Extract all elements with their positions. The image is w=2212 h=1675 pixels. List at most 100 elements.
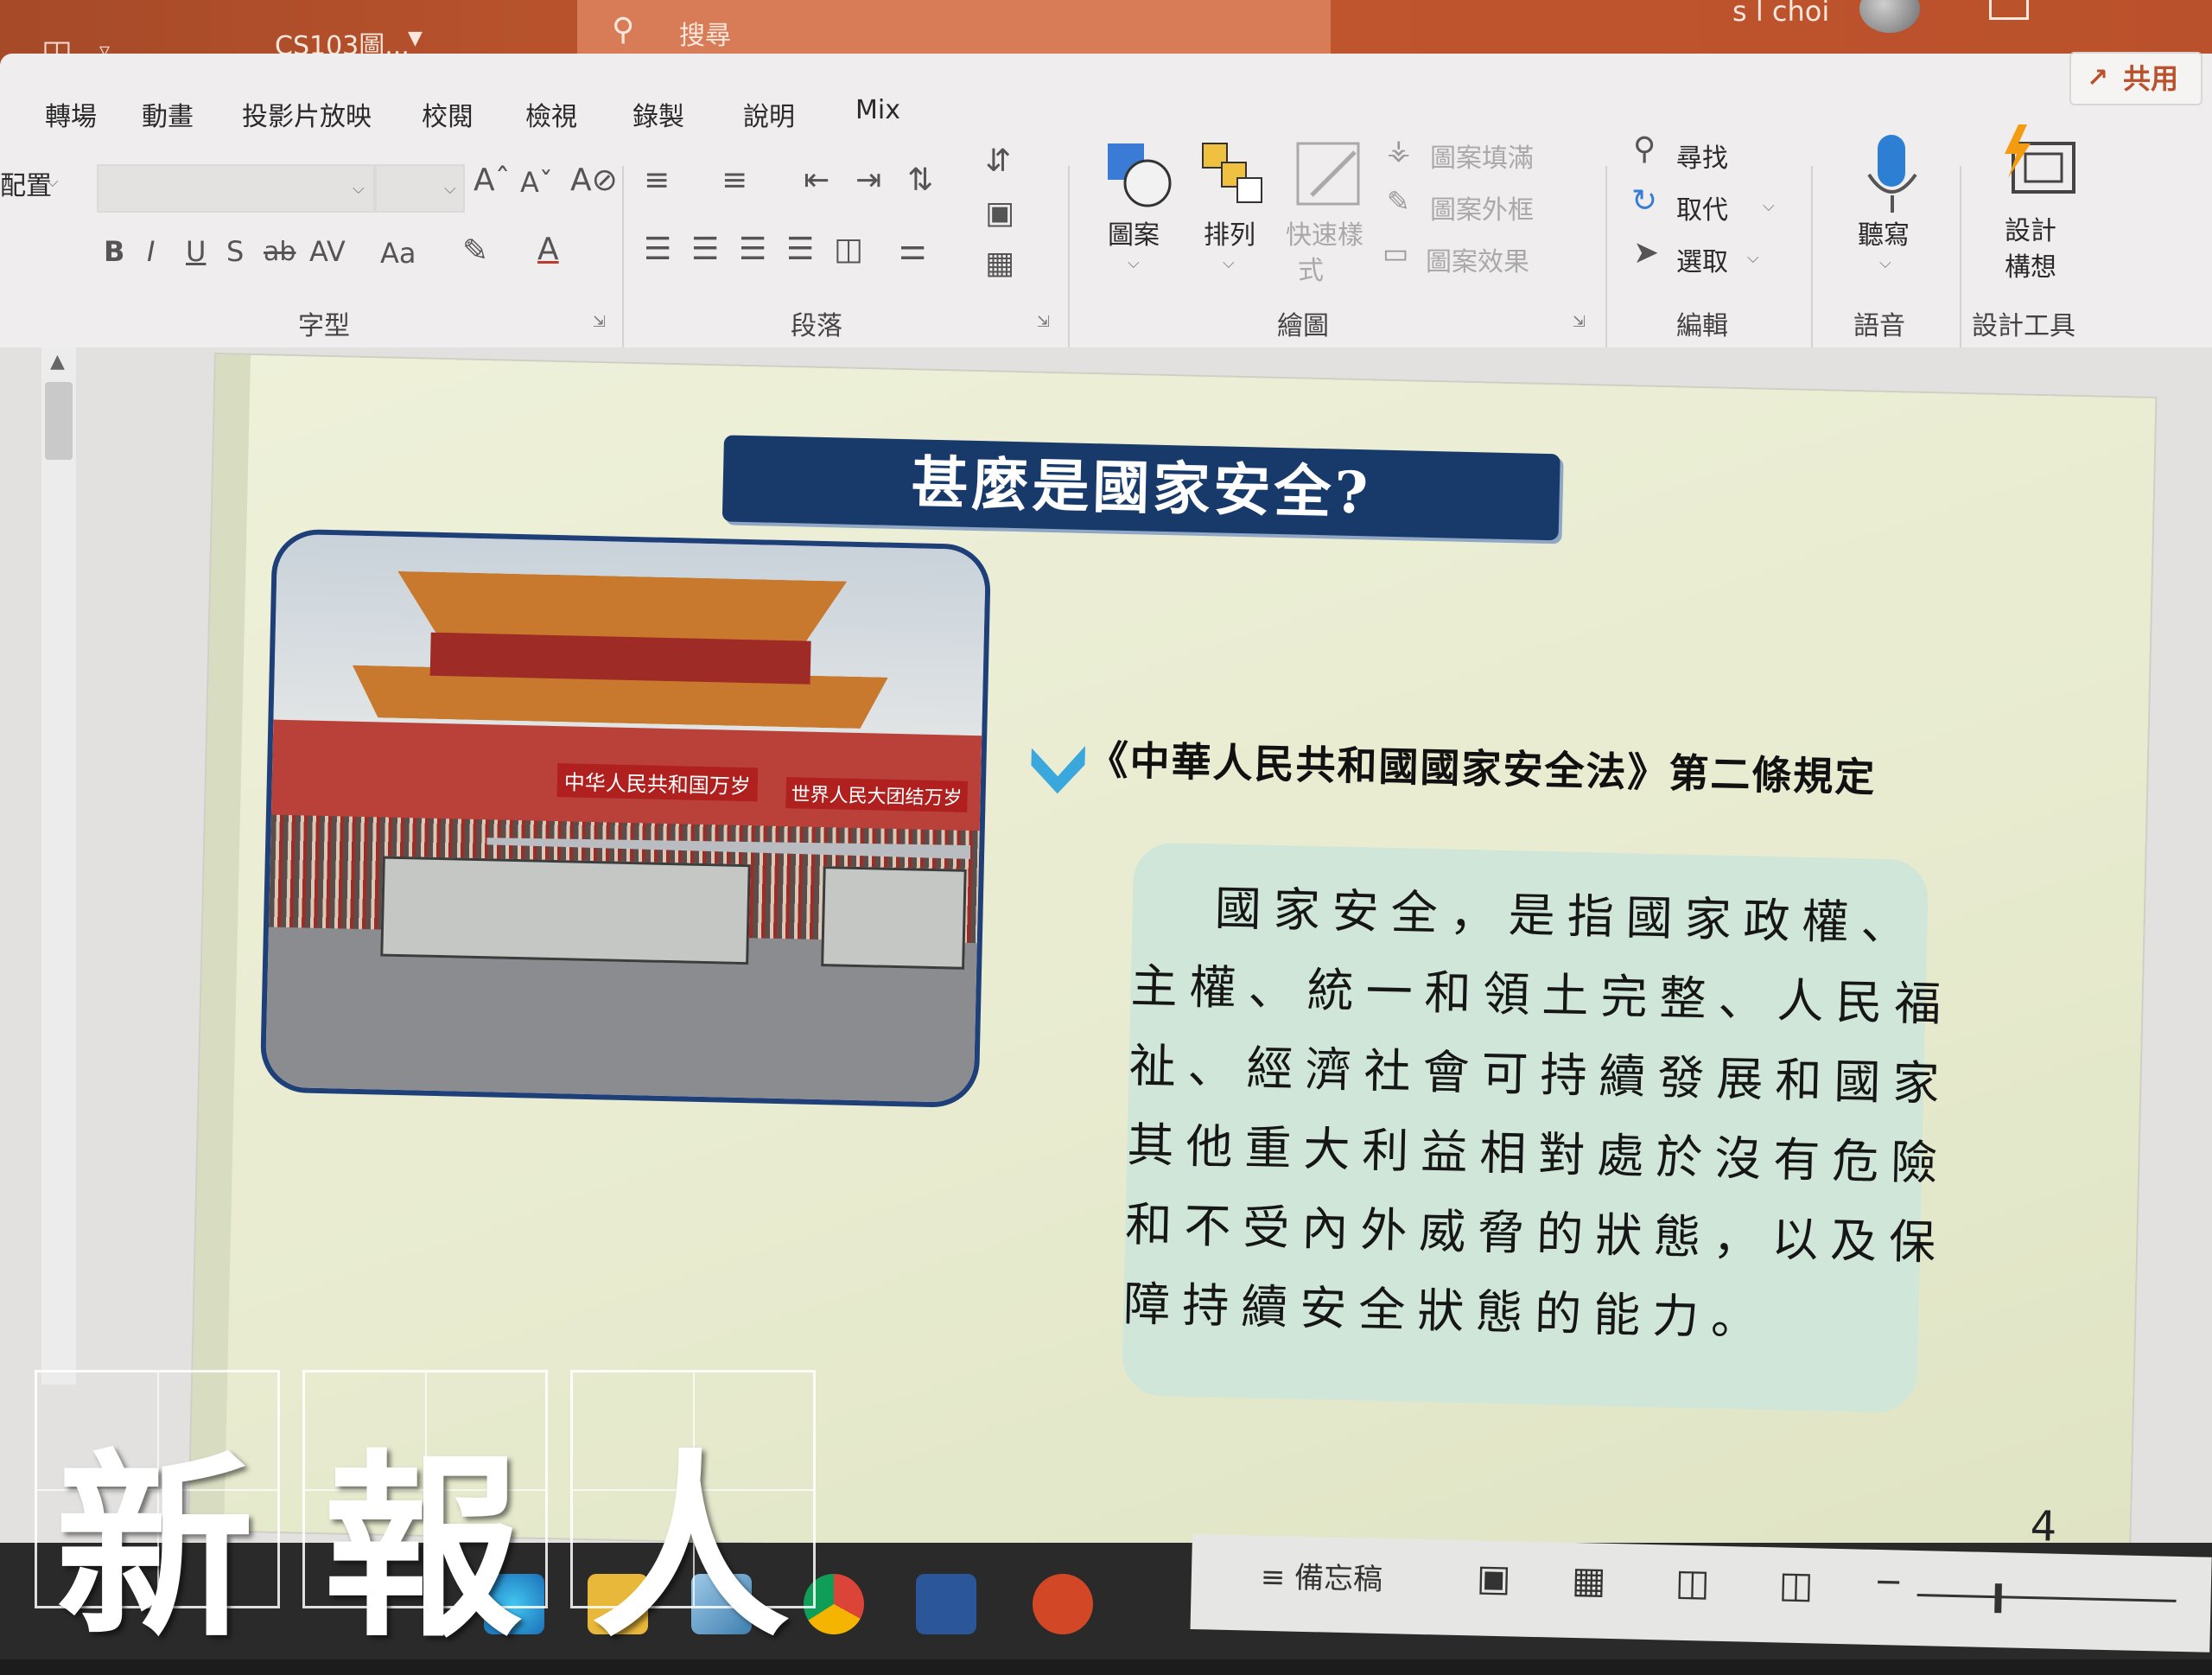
- search-box[interactable]: ⚲ 搜尋: [577, 0, 1331, 61]
- font-dialog-launcher-icon[interactable]: ⇲: [593, 313, 606, 331]
- tab-animations[interactable]: 動畫: [142, 95, 194, 133]
- avatar[interactable]: [1859, 0, 1920, 33]
- character-spacing-button[interactable]: AV: [309, 235, 346, 268]
- smartart-icon[interactable]: ▦: [985, 245, 1014, 281]
- arrange-icon[interactable]: [1199, 140, 1268, 209]
- quick-styles-icon[interactable]: [1294, 140, 1367, 209]
- bold-button[interactable]: B: [104, 235, 124, 268]
- slide-title[interactable]: 甚麼是國家安全?: [721, 435, 1560, 541]
- align-right-icon[interactable]: ☰: [739, 232, 766, 267]
- line-spacing-icon[interactable]: ⇅: [907, 162, 933, 198]
- scroll-up-icon[interactable]: ▲: [50, 351, 65, 373]
- quick-styles-button-line2[interactable]: 式: [1298, 249, 1324, 287]
- shape-fill-icon[interactable]: ⚶: [1387, 133, 1410, 166]
- tab-help[interactable]: 說明: [743, 95, 795, 133]
- zoom-slider[interactable]: [1916, 1594, 2177, 1602]
- slideshow-view-icon[interactable]: ◫: [1778, 1563, 1814, 1606]
- slide-sorter-icon[interactable]: ▦: [1571, 1558, 1606, 1602]
- chevron-down-icon[interactable]: ⌵: [1763, 197, 1775, 215]
- arrange-button[interactable]: 排列: [1204, 213, 1255, 252]
- replace-icon[interactable]: ↻: [1631, 183, 1657, 219]
- photo-banner-right: 世界人民大团结万岁: [785, 777, 969, 812]
- justify-icon[interactable]: ☰: [786, 232, 814, 267]
- powerpoint-icon[interactable]: [1033, 1574, 1093, 1634]
- clear-formatting-icon[interactable]: A⊘: [570, 162, 618, 198]
- shape-effects-icon[interactable]: ▭: [1382, 237, 1408, 270]
- chevron-down-icon[interactable]: ⌵: [1747, 249, 1759, 267]
- restore-window-icon[interactable]: [1989, 0, 2029, 20]
- find-icon[interactable]: ⚲: [1633, 131, 1656, 167]
- thumbnail-scrollbar[interactable]: [41, 347, 76, 1385]
- italic-button[interactable]: I: [147, 235, 155, 268]
- share-button[interactable]: ↗ 共用: [2069, 52, 2202, 105]
- user-name[interactable]: s l choi: [1732, 0, 1829, 28]
- underline-button[interactable]: U: [186, 235, 206, 268]
- drawing-dialog-launcher-icon[interactable]: ⇲: [1573, 313, 1586, 331]
- chevron-down-icon[interactable]: ⌵: [353, 180, 365, 198]
- tab-record[interactable]: 錄製: [632, 95, 684, 133]
- chevron-down-icon[interactable]: ⌵: [1879, 254, 1891, 272]
- highlight-icon[interactable]: ✎: [462, 233, 488, 269]
- chevron-down-icon[interactable]: ⌵: [47, 173, 59, 191]
- change-case-button[interactable]: Aa: [380, 237, 416, 270]
- numbering-icon[interactable]: ≡: [721, 162, 747, 198]
- text-shadow-button[interactable]: S: [226, 235, 244, 268]
- text-direction-icon[interactable]: ⇵: [985, 143, 1011, 179]
- font-color-icon[interactable]: A: [537, 232, 559, 267]
- find-button[interactable]: 尋找: [1676, 137, 1728, 175]
- bullets-icon[interactable]: ≡: [644, 162, 670, 198]
- design-ideas-button-line2[interactable]: 構想: [2005, 245, 2056, 283]
- group-label-designer: 設計工具: [1972, 311, 2075, 341]
- notes-button[interactable]: ≡ 備忘稿: [1260, 1553, 1382, 1598]
- decrease-indent-icon[interactable]: ⇤: [804, 162, 830, 198]
- shape-fill-button[interactable]: 圖案填滿: [1430, 137, 1534, 175]
- shapes-button[interactable]: 圖案: [1108, 213, 1160, 252]
- chevron-down-icon[interactable]: ⌵: [1223, 254, 1235, 272]
- microphone-icon[interactable]: [1862, 131, 1923, 218]
- shape-outline-button[interactable]: 圖案外框: [1430, 188, 1534, 226]
- select-button[interactable]: 選取: [1676, 240, 1728, 278]
- tab-review[interactable]: 校閱: [422, 95, 474, 133]
- reading-view-icon[interactable]: ◫: [1675, 1561, 1710, 1604]
- chevron-down-icon[interactable]: ▼: [408, 28, 423, 49]
- select-icon[interactable]: ➤: [1633, 235, 1659, 271]
- shape-outline-icon[interactable]: ✎: [1387, 185, 1410, 218]
- increase-indent-icon[interactable]: ⇥: [855, 162, 881, 198]
- layout-dropdown[interactable]: 配置: [0, 164, 52, 202]
- tab-mix[interactable]: Mix: [855, 95, 900, 125]
- design-ideas-button[interactable]: 設計: [2005, 209, 2056, 247]
- ribbon: ↗ 共用 轉場 動畫 投影片放映 校閱 檢視 錄製 說明 Mix 配置 ⌵ ⌵ …: [0, 52, 2212, 391]
- tab-transitions[interactable]: 轉場: [45, 95, 97, 133]
- tab-slideshow[interactable]: 投影片放映: [242, 95, 372, 133]
- distributed-icon[interactable]: ⚌: [899, 232, 926, 267]
- word-icon[interactable]: [916, 1574, 976, 1634]
- zoom-out-icon[interactable]: −: [1873, 1562, 1904, 1602]
- bullet-check-icon: [1031, 745, 1085, 794]
- shapes-icon[interactable]: [1104, 140, 1173, 209]
- design-ideas-icon[interactable]: [1996, 124, 2079, 207]
- shape-effects-button[interactable]: 圖案效果: [1426, 240, 1529, 278]
- decrease-font-icon[interactable]: Aˇ: [520, 166, 553, 199]
- align-left-icon[interactable]: ☰: [644, 232, 671, 267]
- dictate-button[interactable]: 聽寫: [1858, 213, 1910, 252]
- chevron-down-icon[interactable]: ⌵: [1128, 254, 1140, 272]
- quick-styles-button[interactable]: 快速樣: [1286, 213, 1363, 252]
- zoom-slider-thumb[interactable]: [1994, 1583, 2002, 1614]
- tab-view[interactable]: 檢視: [525, 95, 577, 133]
- chevron-down-icon[interactable]: ⌵: [444, 180, 456, 198]
- group-label-editing: 編輯: [1676, 311, 1728, 341]
- paragraph-dialog-launcher-icon[interactable]: ⇲: [1037, 313, 1050, 331]
- align-center-icon[interactable]: ☰: [691, 232, 719, 267]
- strikethrough-button[interactable]: ab: [264, 237, 296, 267]
- watermark-char: 人: [590, 1434, 790, 1665]
- replace-button[interactable]: 取代: [1676, 188, 1728, 226]
- font-name-combobox[interactable]: [97, 164, 375, 213]
- align-text-icon[interactable]: ▣: [985, 195, 1014, 231]
- scrollbar-thumb[interactable]: [45, 382, 73, 460]
- increase-font-icon[interactable]: Aˆ: [474, 162, 511, 198]
- group-label-voice: 語音: [1853, 311, 1905, 341]
- law-heading[interactable]: 《中華人民共和國國家安全法》第二條規定: [1088, 729, 1877, 804]
- columns-icon[interactable]: ◫: [834, 232, 863, 267]
- normal-view-icon[interactable]: ▣: [1476, 1556, 1511, 1599]
- parade-photo[interactable]: 中华人民共和国万岁 世界人民大团结万岁: [259, 528, 992, 1109]
